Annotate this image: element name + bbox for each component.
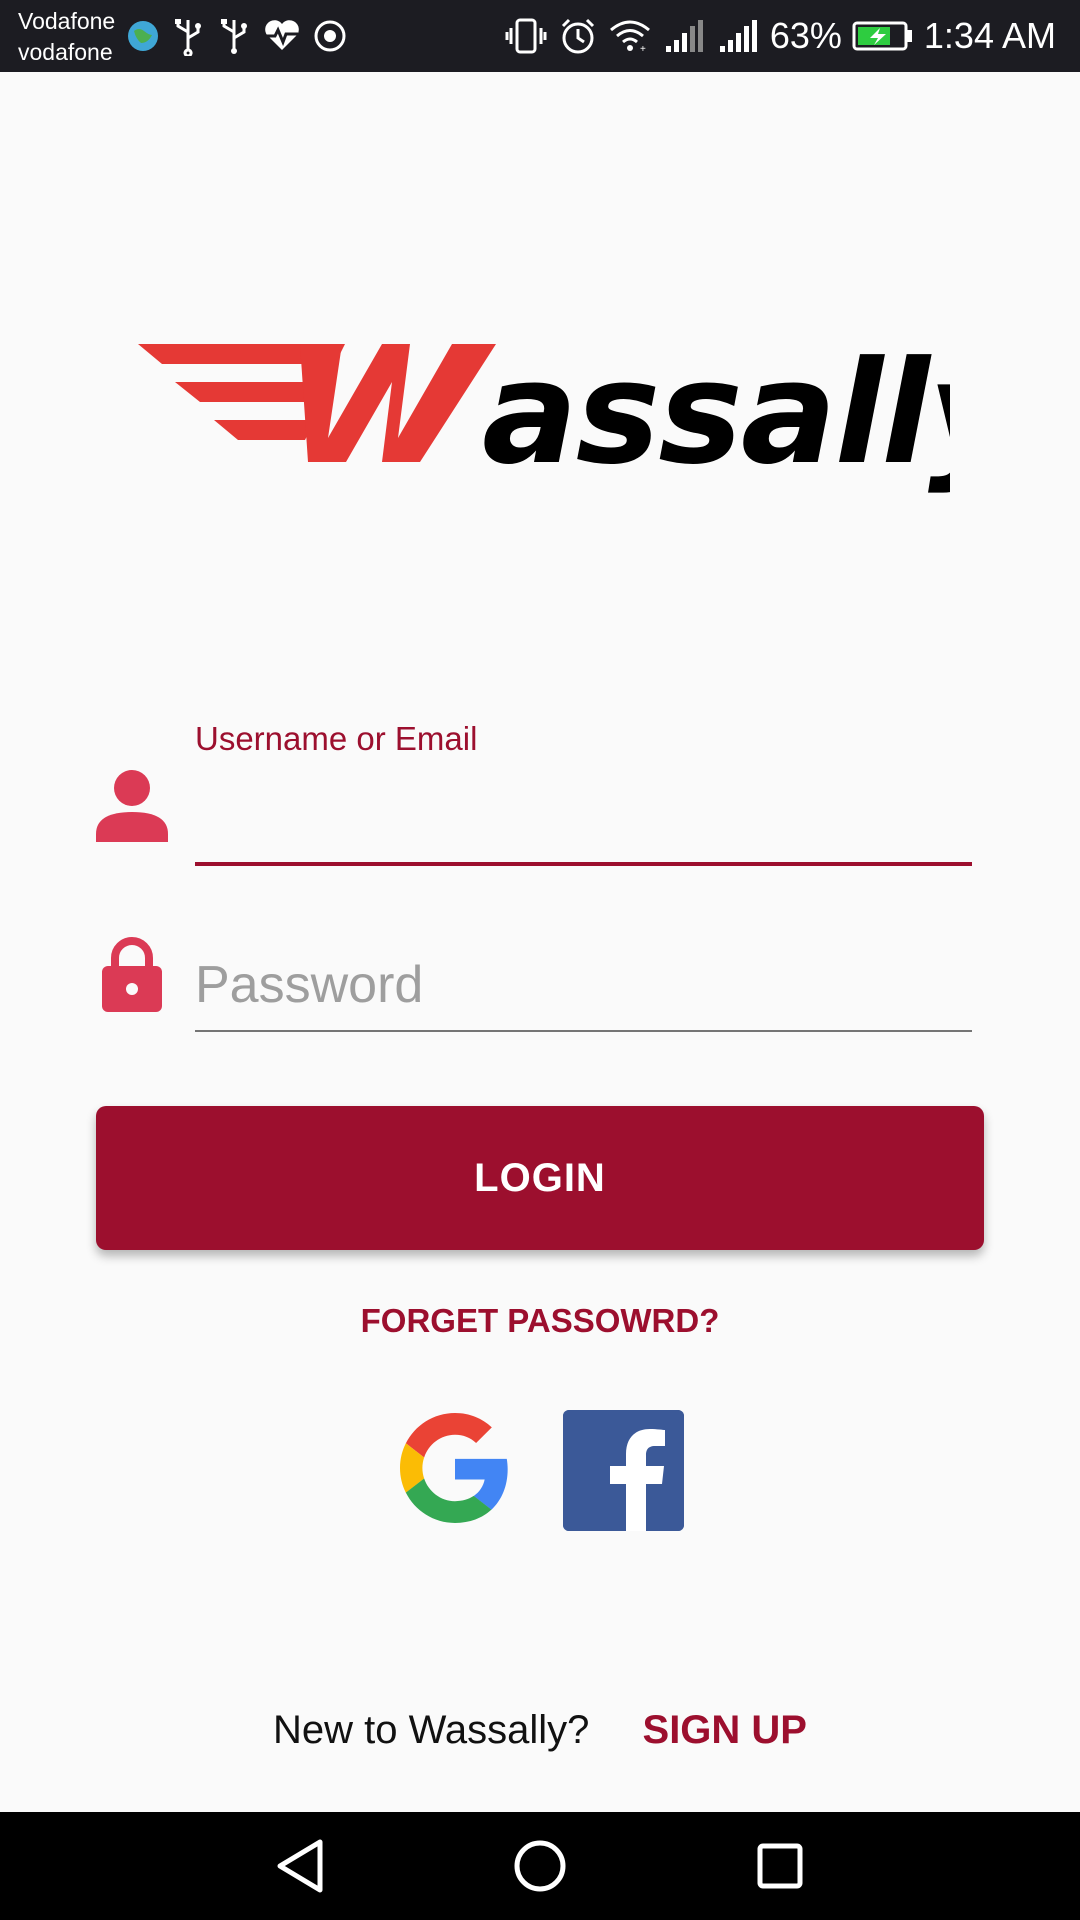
- google-icon: [400, 1413, 510, 1527]
- back-triangle-icon: [268, 1839, 332, 1902]
- carrier-label: Vodafone vodafone: [18, 6, 115, 68]
- vibrate-icon: [504, 16, 548, 56]
- signal-icon: [716, 18, 760, 54]
- wassally-logo: assally: [130, 330, 1028, 510]
- lock-icon: [102, 936, 162, 1017]
- alarm-icon: [558, 16, 598, 56]
- clock: 1:34 AM: [923, 15, 1056, 56]
- recents-square-icon: [748, 1843, 812, 1902]
- svg-text:assally: assally: [482, 331, 950, 496]
- facebook-icon: [563, 1410, 684, 1531]
- svg-text:+: +: [640, 44, 646, 54]
- recents-button[interactable]: [748, 1834, 812, 1898]
- google-login-button[interactable]: [400, 1413, 510, 1523]
- globe-icon: [126, 19, 160, 53]
- status-left-icons: [126, 16, 348, 56]
- back-button[interactable]: [268, 1834, 332, 1898]
- signup-prompt: New to Wassally?: [273, 1708, 590, 1752]
- username-underline: [195, 862, 972, 866]
- username-input[interactable]: [195, 780, 972, 858]
- forget-password-link[interactable]: FORGET PASSOWRD?: [0, 1302, 1080, 1340]
- home-button[interactable]: [508, 1834, 572, 1898]
- password-input[interactable]: [195, 950, 972, 1020]
- carrier-line-1: Vodafone: [18, 8, 116, 34]
- login-screen: Vodafone vodafone + 63% 1:34 AM assall U…: [0, 0, 1080, 1920]
- usb-icon: [216, 16, 252, 56]
- carrier-line-2: vodafone: [18, 39, 113, 65]
- heart-monitor-icon: [262, 18, 302, 54]
- battery-charging-icon: [852, 19, 914, 53]
- wifi-icon: +: [608, 18, 652, 54]
- target-icon: [312, 18, 348, 54]
- facebook-login-button[interactable]: [563, 1410, 684, 1531]
- username-label: Username or Email: [195, 720, 478, 757]
- navigation-bar: [0, 1812, 1080, 1920]
- usb-icon: [170, 16, 206, 56]
- home-circle-icon: [508, 1840, 572, 1902]
- status-right: + 63% 1:34 AM: [504, 12, 1056, 60]
- signup-link[interactable]: SIGN UP: [643, 1708, 807, 1752]
- person-icon: [96, 766, 168, 847]
- signal-icon: [662, 18, 706, 54]
- password-underline: [195, 1030, 972, 1032]
- battery-percent: 63%: [769, 15, 842, 56]
- status-bar: Vodafone vodafone + 63% 1:34 AM: [0, 0, 1080, 72]
- signup-row: New to Wassally? SIGN UP: [0, 1708, 1080, 1753]
- login-button[interactable]: LOGIN: [96, 1106, 984, 1250]
